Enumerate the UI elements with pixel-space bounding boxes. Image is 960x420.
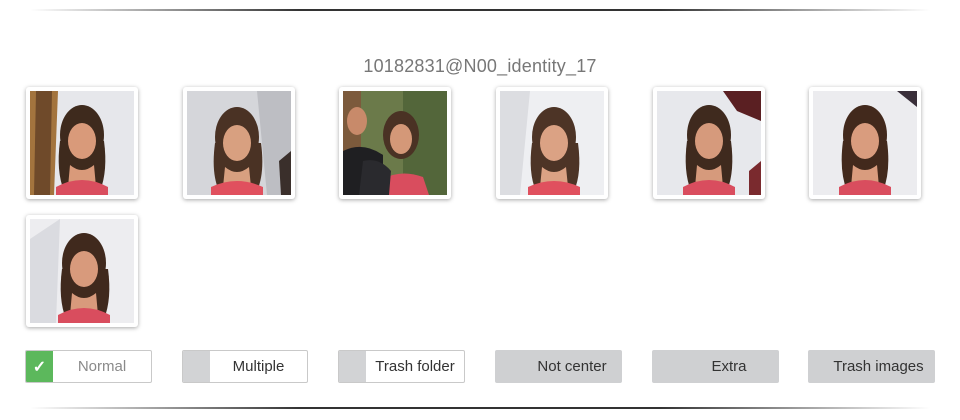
checkbox-unchecked <box>183 351 210 382</box>
face-thumbnail-1[interactable] <box>26 87 138 199</box>
face-thumbnail-3[interactable] <box>339 87 451 199</box>
option-not-center[interactable]: Not center <box>495 350 622 383</box>
face-photo <box>813 91 917 195</box>
option-label: Multiple <box>232 358 285 375</box>
thumbnail-grid <box>0 0 960 340</box>
face-thumbnail-4[interactable] <box>496 87 608 199</box>
option-trash-images[interactable]: Trash images <box>808 350 935 383</box>
face-photo <box>187 91 291 195</box>
face-thumbnail-7[interactable] <box>26 215 138 327</box>
option-normal[interactable]: ✓ Normal <box>25 350 152 383</box>
option-label: Not center <box>537 358 607 375</box>
checkbox-unchecked <box>809 351 823 382</box>
option-multiple[interactable]: Multiple <box>182 350 308 383</box>
option-label: Trash folder <box>375 358 455 375</box>
option-label: Trash images <box>833 358 924 375</box>
face-thumbnail-6[interactable] <box>809 87 921 199</box>
checkbox-unchecked <box>496 351 523 382</box>
option-extra[interactable]: Extra <box>652 350 779 383</box>
face-thumbnail-5[interactable] <box>653 87 765 199</box>
bottom-divider <box>30 407 930 409</box>
face-photo <box>30 91 134 195</box>
face-photo <box>30 219 134 323</box>
checkbox-unchecked <box>653 351 680 382</box>
check-icon: ✓ <box>26 351 53 382</box>
option-trash-folder[interactable]: Trash folder <box>338 350 465 383</box>
checkbox-unchecked <box>339 351 366 382</box>
option-label: Normal <box>77 358 127 375</box>
face-photo <box>343 91 447 195</box>
label-options: ✓ Normal Multiple Trash folder Not cente… <box>0 348 960 388</box>
face-photo <box>657 91 761 195</box>
option-label: Extra <box>711 358 747 375</box>
face-photo <box>500 91 604 195</box>
face-thumbnail-2[interactable] <box>183 87 295 199</box>
